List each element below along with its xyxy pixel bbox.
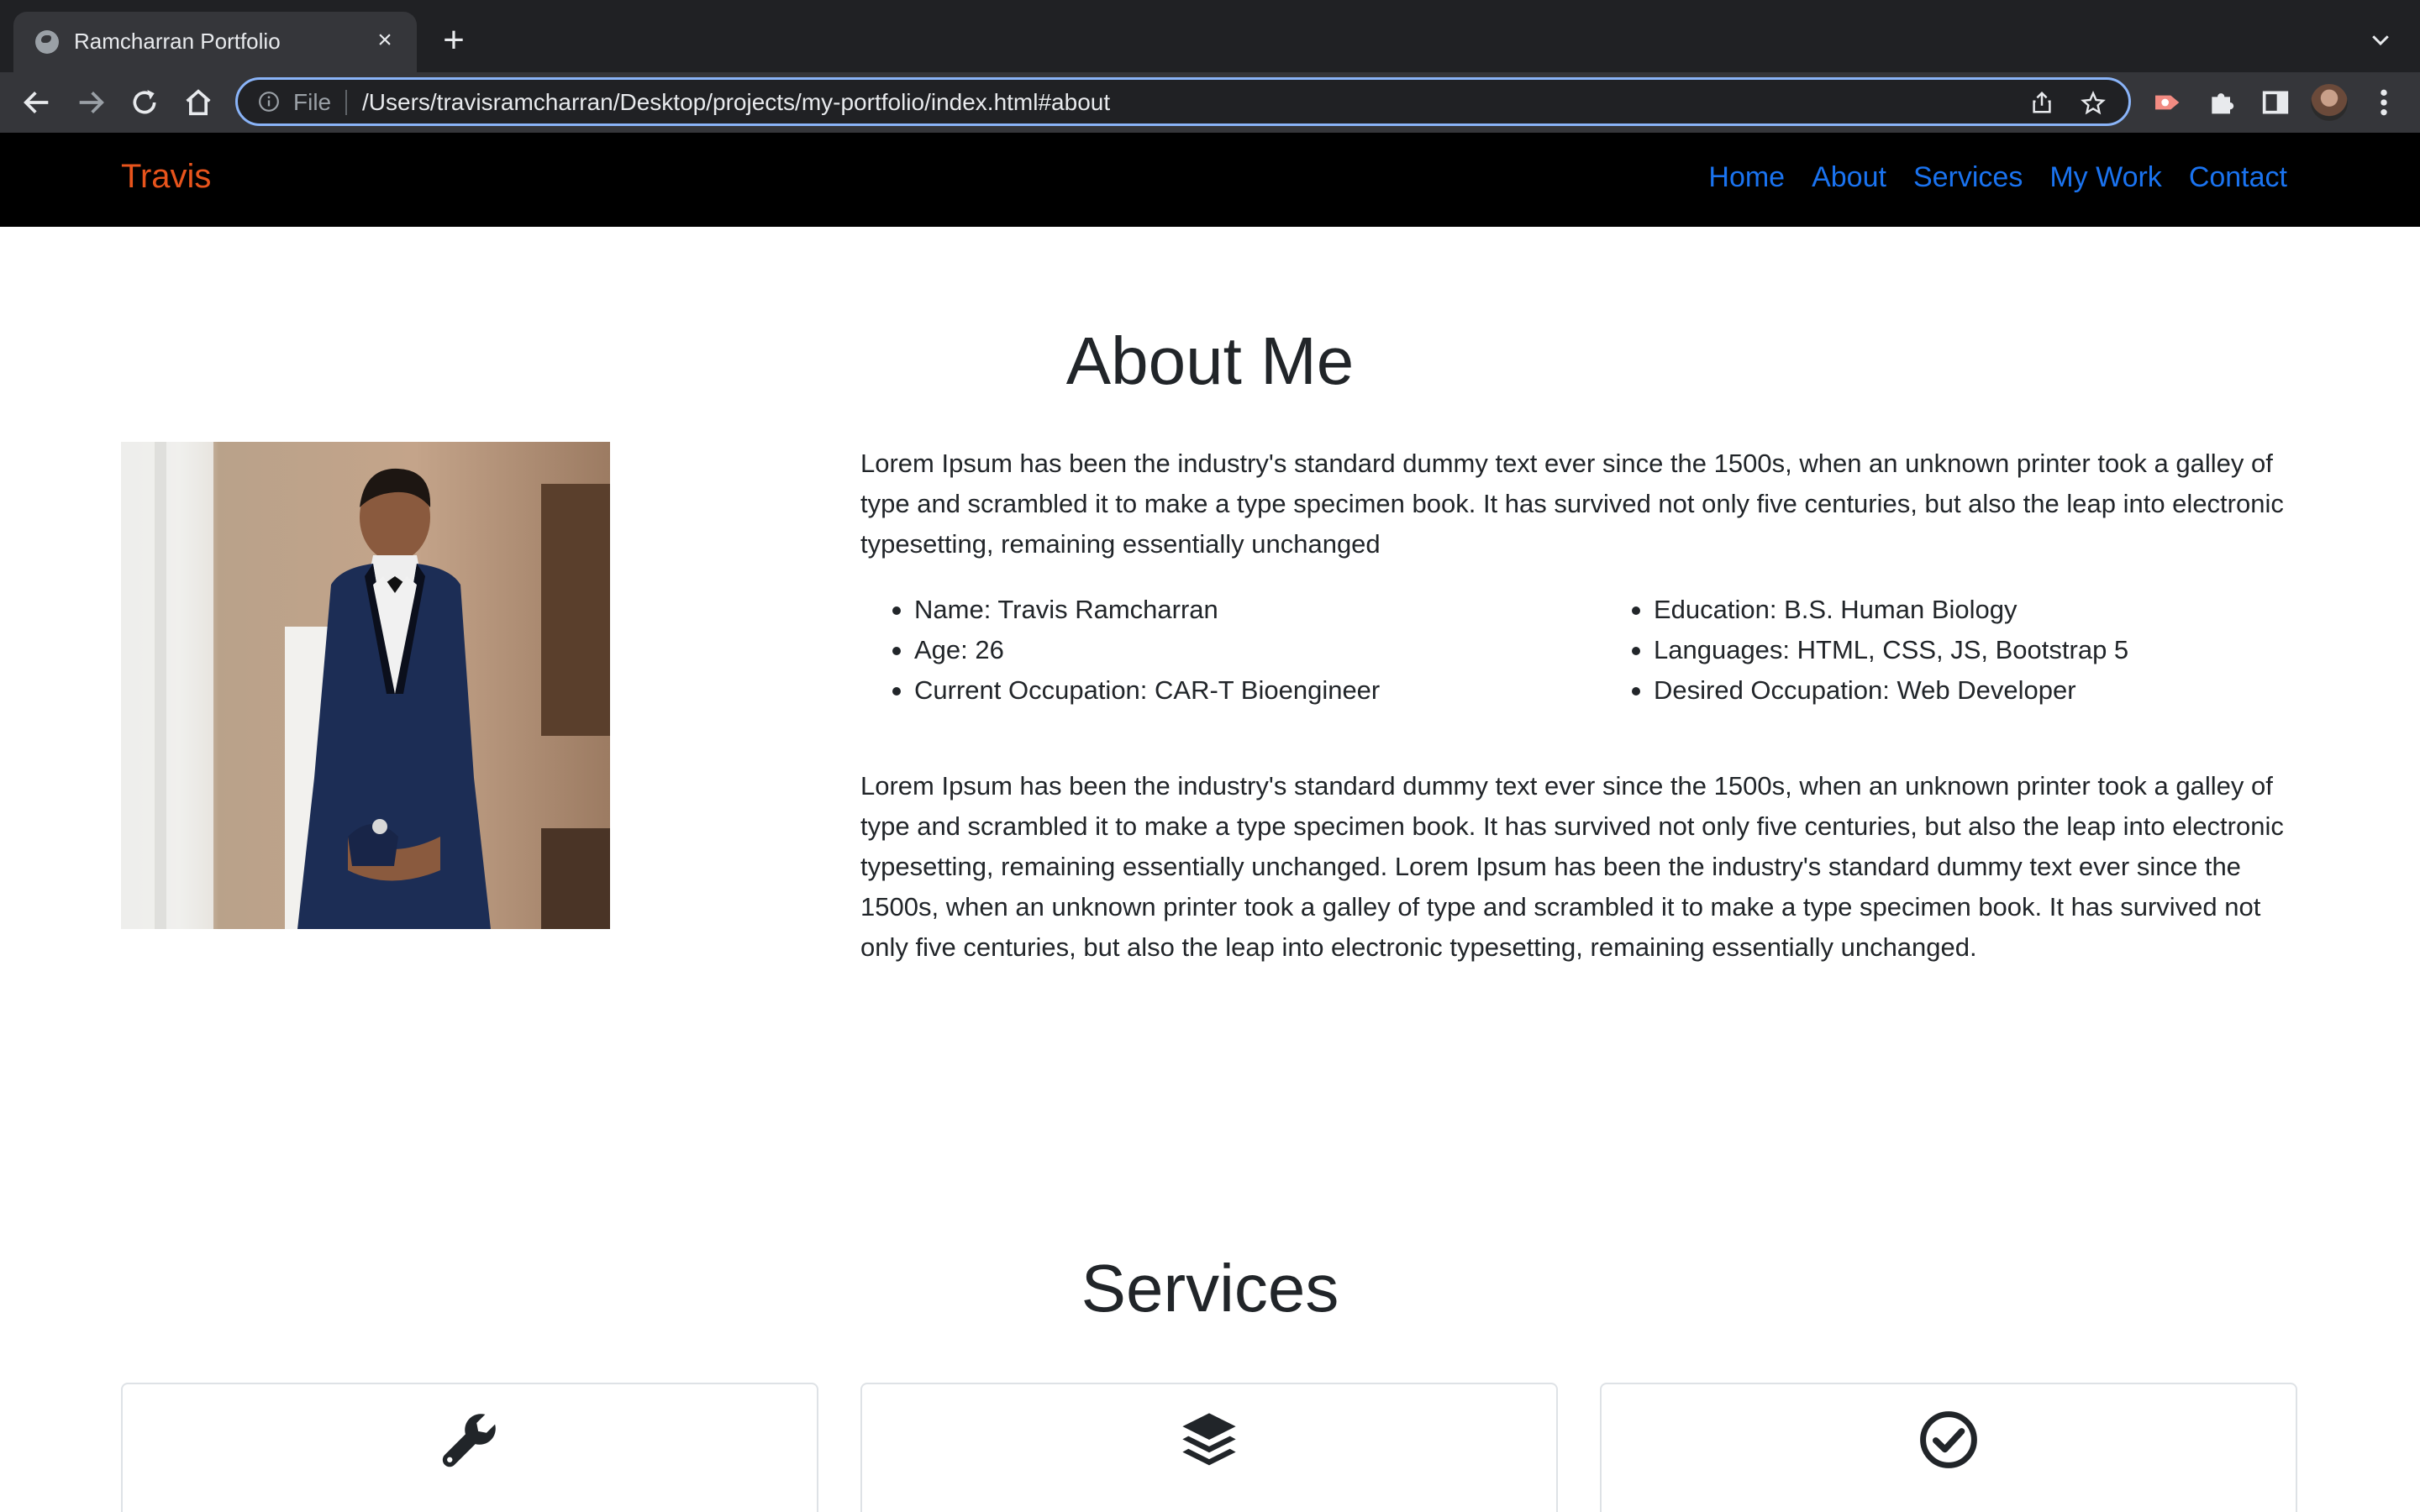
tab-title: Ramcharran Portfolio [74, 29, 281, 54]
browser-toolbar: File /Users/travisramcharran/Desktop/pro… [0, 72, 2420, 133]
details-list-left: Name: Travis Ramcharran Age: 26 Current … [860, 590, 1380, 711]
check-circle-icon [1920, 1411, 1977, 1468]
detail-desired-occupation: Desired Occupation: Web Developer [1600, 670, 2128, 711]
url-scheme: File [293, 89, 332, 115]
info-icon[interactable] [258, 91, 280, 113]
about-paragraph-2: Lorem Ipsum has been the industry's stan… [860, 771, 2284, 962]
services-heading: Services [1081, 1251, 1339, 1326]
chevron-down-icon[interactable] [2368, 27, 2393, 52]
about-heading: About Me [1065, 323, 1355, 398]
forward-arrow-icon[interactable] [74, 86, 108, 119]
close-tab-icon[interactable]: × [370, 25, 400, 55]
url-text[interactable]: /Users/travisramcharran/Desktop/projects… [362, 89, 1110, 116]
about-paragraph-1: Lorem Ipsum has been the industry's stan… [860, 449, 2284, 559]
nav-link-home[interactable]: Home [1708, 161, 1785, 194]
detail-name: Name: Travis Ramcharran [860, 590, 1380, 630]
extensions-puzzle-icon[interactable] [2205, 86, 2238, 119]
extension-record-icon[interactable] [2151, 86, 2185, 119]
url-separator [345, 90, 347, 115]
layers-icon [1182, 1413, 1236, 1466]
service-card [860, 1383, 1558, 1512]
nav-link-my-work[interactable]: My Work [2049, 161, 2161, 194]
detail-current-occupation: Current Occupation: CAR-T Bioengineer [860, 670, 1380, 711]
new-tab-icon[interactable]: + [437, 22, 471, 59]
profile-photo [121, 442, 610, 929]
nav-link-contact[interactable]: Contact [2189, 161, 2287, 194]
home-icon[interactable] [182, 86, 215, 119]
browser-tab[interactable]: Ramcharran Portfolio × [13, 12, 417, 72]
site-navbar: Travis Home About Services My Work Conta… [0, 133, 2420, 227]
detail-languages: Languages: HTML, CSS, JS, Bootstrap 5 [1600, 630, 2128, 670]
details-list-right: Education: B.S. Human Biology Languages:… [1600, 590, 2128, 711]
more-menu-icon[interactable] [2371, 86, 2396, 119]
service-card [121, 1383, 818, 1512]
brand-link[interactable]: Travis [121, 158, 211, 196]
back-arrow-icon[interactable] [20, 86, 54, 119]
share-icon[interactable] [2029, 90, 2054, 115]
nav-links: Home About Services My Work Contact [1681, 161, 2287, 194]
address-bar[interactable]: File /Users/travisramcharran/Desktop/pro… [235, 77, 2131, 126]
reload-icon[interactable] [128, 86, 161, 119]
browser-tab-bar: Ramcharran Portfolio × + [0, 0, 2420, 72]
nav-link-services[interactable]: Services [1913, 161, 2023, 194]
globe-icon [35, 30, 59, 54]
side-panel-icon[interactable] [2259, 86, 2292, 119]
detail-age: Age: 26 [860, 630, 1380, 670]
wrench-icon [442, 1414, 496, 1467]
nav-link-about[interactable]: About [1812, 161, 1886, 194]
detail-education: Education: B.S. Human Biology [1600, 590, 2128, 630]
bookmark-star-icon[interactable] [2080, 90, 2107, 117]
profile-avatar[interactable] [2311, 84, 2348, 121]
service-card [1600, 1383, 2297, 1512]
